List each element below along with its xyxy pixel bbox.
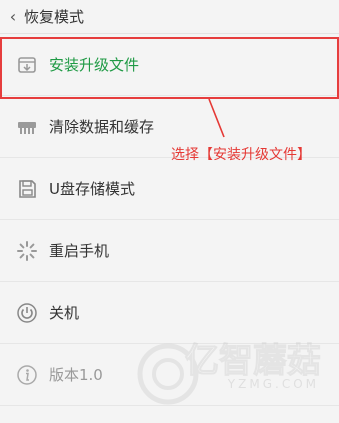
menu-item-label: 清除数据和缓存	[49, 118, 155, 136]
menu-item-install-update[interactable]: 安装升级文件	[0, 34, 339, 96]
restart-icon	[16, 240, 38, 262]
menu-item-usb-storage[interactable]: U盘存储模式	[0, 158, 339, 220]
usb-storage-icon	[16, 178, 38, 200]
menu-item-restart[interactable]: 重启手机	[0, 220, 339, 282]
page-title: 恢复模式	[24, 8, 85, 26]
clear-data-icon	[16, 116, 38, 138]
install-package-icon	[16, 54, 38, 76]
menu-item-label: U盘存储模式	[49, 180, 135, 198]
chevron-left-icon[interactable]: ‹	[4, 8, 22, 25]
recovery-menu: 安装升级文件 清除数据和缓存 U盘存储模式 重启手机 关机 版本1.0	[0, 34, 339, 406]
menu-item-power-off[interactable]: 关机	[0, 282, 339, 344]
annotation-label: 选择【安装升级文件】	[171, 147, 311, 163]
menu-item-label: 关机	[49, 304, 80, 322]
info-icon	[16, 364, 38, 386]
menu-item-label: 安装升级文件	[49, 56, 140, 74]
power-icon	[16, 302, 38, 324]
menu-item-version: 版本1.0	[0, 344, 339, 406]
menu-item-label: 重启手机	[49, 242, 110, 260]
title-bar: ‹ 恢复模式	[0, 0, 339, 34]
menu-item-label: 版本1.0	[49, 366, 103, 384]
